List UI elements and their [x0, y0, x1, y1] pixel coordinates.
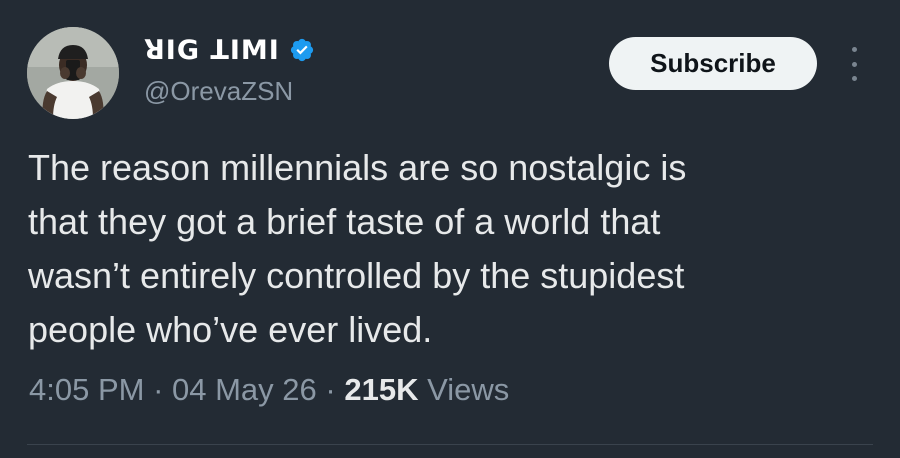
meta-separator: ·: [144, 372, 173, 407]
more-dot: [851, 76, 857, 81]
author-name-row: ꓤIG ꓕIMI: [144, 33, 315, 67]
tweet-text-line: wasn’t entirely controlled by the stupid…: [28, 255, 685, 296]
tweet-text-line: that they got a brief taste of a world t…: [28, 201, 661, 242]
subscribe-button[interactable]: Subscribe: [609, 37, 817, 90]
display-name[interactable]: ꓤIG ꓕIMI: [144, 35, 280, 66]
tweet-meta: 4:05 PM · 04 May 26 · 215K Views: [29, 372, 509, 408]
tweet-text-line: The reason millennials are so nostalgic …: [28, 147, 687, 188]
more-dot: [851, 47, 857, 52]
divider: [27, 444, 873, 445]
views-label[interactable]: Views: [427, 372, 509, 407]
tweet-text-line: people who’ve ever lived.: [28, 309, 433, 350]
avatar[interactable]: [27, 27, 119, 119]
views-count[interactable]: 215K: [344, 372, 418, 407]
verified-badge-icon[interactable]: [289, 37, 315, 63]
tweet-time[interactable]: 4:05 PM: [29, 372, 144, 407]
tweet-date[interactable]: 04 May 26: [172, 372, 317, 407]
meta-separator: ·: [316, 372, 345, 407]
more-dot: [851, 61, 857, 67]
more-vertical-icon[interactable]: [844, 47, 864, 81]
author-handle[interactable]: @OrevaZSN: [144, 76, 293, 107]
avatar-photo: [27, 27, 119, 119]
tweet-text: The reason millennials are so nostalgic …: [28, 141, 878, 357]
tweet-card: ꓤIG ꓕIMI @OrevaZSN Subscribe The reason …: [0, 0, 900, 458]
